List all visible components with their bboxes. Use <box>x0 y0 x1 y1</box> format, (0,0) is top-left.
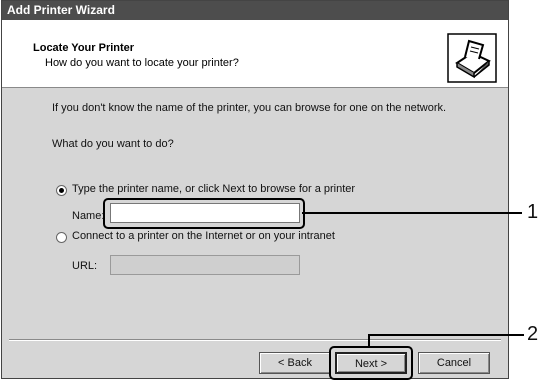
radio-type-name[interactable] <box>56 185 67 196</box>
add-printer-wizard-window: Add Printer Wizard Locate Your Printer H… <box>1 0 509 380</box>
callout-number-1: 1 <box>527 201 539 223</box>
page-title: Locate Your Printer <box>33 42 135 54</box>
footer-divider <box>9 339 501 341</box>
callout-line-2-horizontal <box>368 334 524 336</box>
printer-icon <box>447 33 497 83</box>
callout-line-1 <box>302 212 522 214</box>
option-type-name-label[interactable]: Type the printer name, or click Next to … <box>72 183 355 195</box>
window-title: Add Printer Wizard <box>2 1 508 20</box>
radio-connect-internet[interactable] <box>56 232 67 243</box>
callout-line-2-vertical <box>368 334 370 347</box>
name-field-label: Name: <box>72 210 105 222</box>
intro-text: If you don't know the name of the printe… <box>52 102 447 114</box>
option-internet-label[interactable]: Connect to a printer on the Internet or … <box>72 230 335 242</box>
back-button[interactable]: < Back <box>259 352 331 374</box>
callout-highlight-1 <box>103 198 305 229</box>
url-field-label: URL: <box>72 260 98 272</box>
question-text: What do you want to do? <box>52 138 174 150</box>
cancel-button[interactable]: Cancel <box>418 352 490 374</box>
callout-number-2: 2 <box>527 323 539 345</box>
url-input[interactable] <box>110 255 300 275</box>
page-subtitle: How do you want to locate your printer? <box>45 57 239 69</box>
wizard-header: Locate Your Printer How do you want to l… <box>2 20 508 88</box>
callout-highlight-2 <box>329 346 413 380</box>
